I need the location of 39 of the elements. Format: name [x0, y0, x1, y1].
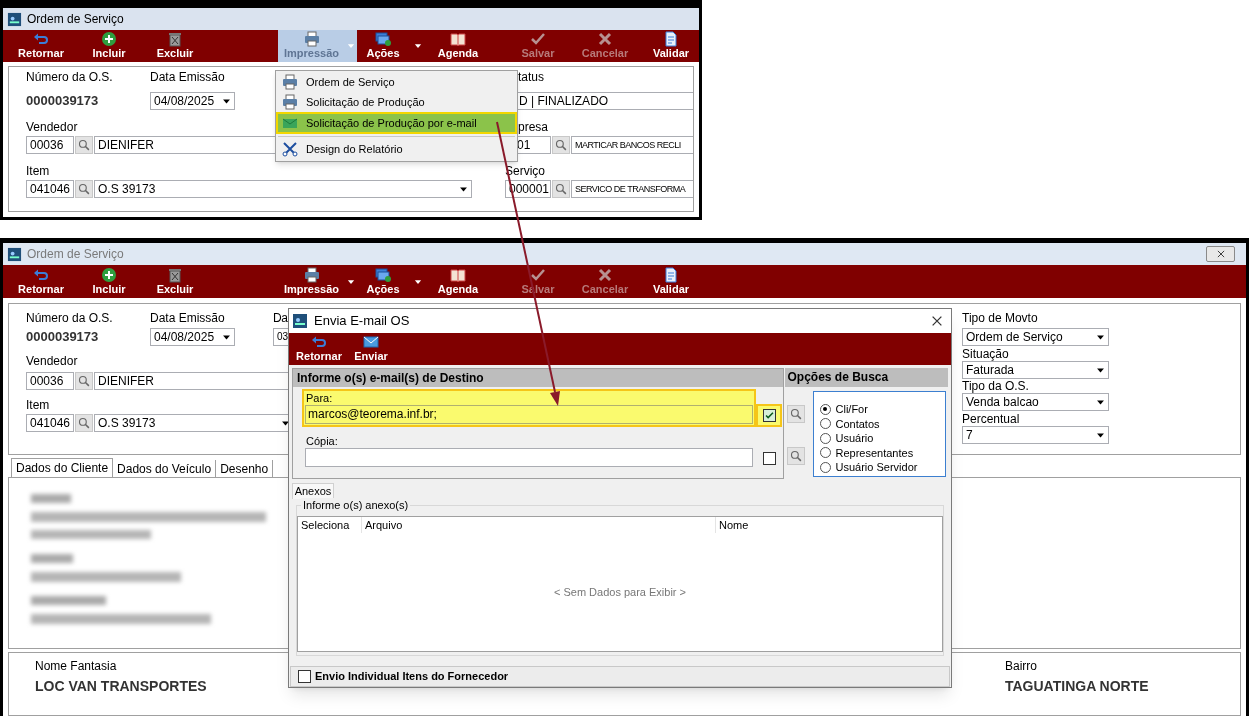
- field-label: tatus: [517, 70, 544, 84]
- field-label: Número da O.S.: [26, 70, 113, 84]
- radio-label: Usuário Servidor: [835, 460, 918, 475]
- radio-label: Representantes: [835, 445, 914, 461]
- empty-message: < Sem Dados para Exibir >: [553, 584, 687, 600]
- radio-label: Contatos: [835, 416, 880, 432]
- field-label: Número da O.S.: [26, 311, 113, 325]
- section-header: Informe o(s) e-mail(s) de Destino: [293, 369, 783, 387]
- column-header: Arquivo: [362, 517, 716, 533]
- field-value: LOC VAN TRANSPORTES: [35, 677, 207, 696]
- group-label: Informe o(s) anexo(s): [301, 498, 411, 512]
- field-label: Nome Fantasia: [35, 659, 117, 673]
- field-label: Tipo da O.S.: [962, 379, 1029, 393]
- os-number: 0000039173: [26, 92, 100, 110]
- field-label: Data Emissão: [150, 311, 225, 325]
- field-label: Item: [26, 164, 50, 178]
- field-label: Bairro: [1005, 659, 1037, 673]
- field-value: TAGUATINGA NORTE: [1005, 677, 1150, 696]
- field-label: Percentual: [962, 412, 1020, 426]
- field-label: Tipo de Movto: [962, 311, 1038, 325]
- field-label: presa: [517, 120, 549, 134]
- field-label: Situação: [962, 347, 1009, 361]
- checkbox-label: Envio Individual Itens do Fornecedor: [315, 669, 509, 685]
- window-title: Ordem de Serviço: [27, 11, 124, 28]
- field-label: Vendedor: [26, 120, 78, 134]
- field-label: Data Emissão: [150, 70, 225, 84]
- field-label: Para:: [305, 392, 334, 405]
- field-label: Da: [273, 311, 288, 325]
- column-header: Seleciona: [298, 517, 362, 533]
- os-number: 0000039173: [26, 328, 100, 346]
- radio-label: Usuário: [835, 431, 874, 446]
- field-label: Item: [26, 398, 50, 412]
- radio-label: Cli/For: [835, 402, 868, 417]
- field-label: Vendedor: [26, 354, 78, 368]
- window-title: Envia E-mail OS: [314, 312, 410, 331]
- field-label: Cópia:: [305, 435, 339, 448]
- window-title: Ordem de Serviço: [27, 246, 124, 263]
- column-header: Nome: [718, 518, 750, 533]
- section-header: Opções de Busca: [784, 368, 948, 387]
